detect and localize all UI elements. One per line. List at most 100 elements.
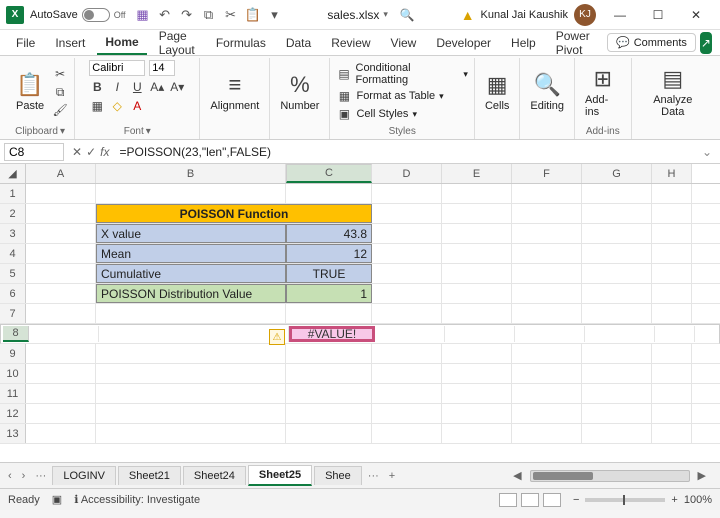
cell-C5[interactable]: TRUE	[286, 264, 372, 283]
comments-button[interactable]: 💬 Comments	[607, 33, 696, 52]
format-as-table-button[interactable]: ▦Format as Table▾	[336, 88, 443, 104]
row-header[interactable]: 7	[0, 304, 26, 323]
cell-B5[interactable]: Cumulative	[96, 264, 286, 283]
sheet-tab-active[interactable]: Sheet25	[248, 465, 312, 486]
sheet-overflow-more[interactable]: ···	[364, 470, 383, 482]
row-header[interactable]: 2	[0, 204, 26, 223]
cell-title[interactable]: POISSON Function	[96, 204, 372, 223]
sheet-nav-more[interactable]: ···	[31, 470, 50, 482]
zoom-in-icon[interactable]: +	[671, 494, 677, 506]
warning-icon[interactable]: ▲	[461, 7, 475, 23]
row-header[interactable]: 11	[0, 384, 26, 403]
tab-insert[interactable]: Insert	[47, 32, 93, 54]
redo-icon[interactable]: ↷	[180, 8, 194, 22]
hscroll-left-icon[interactable]: ◀	[509, 469, 525, 482]
fill-color-icon[interactable]: ◇	[109, 98, 125, 114]
increase-font-icon[interactable]: A▴	[149, 79, 165, 95]
row-header[interactable]: 5	[0, 264, 26, 283]
cell-B6[interactable]: POISSON Distribution Value	[96, 284, 286, 303]
cell-C6[interactable]: 1	[286, 284, 372, 303]
number-format-button[interactable]: % Number	[276, 70, 323, 114]
tab-home[interactable]: Home	[97, 31, 146, 55]
row-header[interactable]: 6	[0, 284, 26, 303]
tab-page-layout[interactable]: Page Layout	[151, 25, 204, 61]
cell-B3[interactable]: X value	[96, 224, 286, 243]
analyze-data-button[interactable]: ▤ Analyze Data	[638, 64, 708, 120]
copy-small-icon[interactable]: ⧉	[52, 84, 68, 100]
copy-icon[interactable]: ⧉	[202, 8, 216, 22]
expand-formula-bar-icon[interactable]: ⌄	[694, 145, 720, 159]
zoom-out-icon[interactable]: −	[573, 494, 579, 506]
cell-styles-button[interactable]: ▣Cell Styles▾	[336, 106, 417, 122]
row-header[interactable]: 1	[0, 184, 26, 203]
font-color-icon[interactable]: A	[129, 98, 145, 114]
cell-B4[interactable]: Mean	[96, 244, 286, 263]
sheet-nav-prev[interactable]: ‹	[4, 470, 16, 482]
share-button[interactable]: ↗	[700, 32, 712, 54]
close-button[interactable]: ✕	[678, 3, 714, 27]
tab-review[interactable]: Review	[323, 32, 378, 54]
paste-small-icon[interactable]: 📋	[246, 8, 260, 22]
normal-view-button[interactable]	[499, 493, 517, 507]
hscroll-right-icon[interactable]: ▶	[694, 469, 710, 482]
row-header[interactable]: 12	[0, 404, 26, 423]
select-all-corner[interactable]: ◢	[0, 164, 26, 183]
cell-C3[interactable]: 43.8	[286, 224, 372, 243]
col-header-G[interactable]: G	[582, 164, 652, 183]
cell-C8-active[interactable]: ⚠ #VALUE!	[289, 326, 375, 342]
sheet-tab[interactable]: Sheet24	[183, 466, 246, 485]
zoom-control[interactable]: − + 100%	[573, 494, 712, 506]
cancel-formula-icon[interactable]: ✕	[72, 145, 82, 159]
col-header-A[interactable]: A	[26, 164, 96, 183]
underline-button[interactable]: U	[129, 79, 145, 95]
fx-icon[interactable]: fx	[100, 145, 109, 159]
enter-formula-icon[interactable]: ✓	[86, 145, 96, 159]
zoom-slider[interactable]	[585, 498, 665, 502]
tab-help[interactable]: Help	[503, 32, 544, 54]
col-header-E[interactable]: E	[442, 164, 512, 183]
col-header-F[interactable]: F	[512, 164, 582, 183]
col-header-C[interactable]: C	[286, 164, 372, 183]
user-avatar[interactable]: KJ	[574, 4, 596, 26]
font-name-select[interactable]	[89, 60, 145, 76]
tab-developer[interactable]: Developer	[428, 32, 499, 54]
new-sheet-button[interactable]: +	[385, 470, 399, 482]
qat-more-icon[interactable]: ▾	[268, 8, 282, 22]
tab-file[interactable]: File	[8, 32, 43, 54]
sheet-tab[interactable]: LOGINV	[52, 466, 116, 485]
horizontal-scrollbar[interactable]	[530, 470, 690, 482]
row-header[interactable]: 13	[0, 424, 26, 443]
row-header[interactable]: 8	[3, 326, 29, 342]
col-header-H[interactable]: H	[652, 164, 692, 183]
autosave-toggle[interactable]: AutoSave Off	[30, 8, 126, 22]
decrease-font-icon[interactable]: A▾	[169, 79, 185, 95]
row-header[interactable]: 9	[0, 344, 26, 363]
accessibility-status[interactable]: ℹ Accessibility: Investigate	[74, 493, 200, 506]
minimize-button[interactable]: —	[602, 3, 638, 27]
sheet-tab[interactable]: Shee	[314, 466, 362, 485]
cut-icon[interactable]: ✂	[224, 8, 238, 22]
page-break-view-button[interactable]	[543, 493, 561, 507]
search-icon[interactable]: 🔍	[400, 8, 415, 22]
page-layout-view-button[interactable]	[521, 493, 539, 507]
formula-input[interactable]: =POISSON(23,"len",FALSE)	[113, 143, 693, 161]
paste-button[interactable]: 📋 Paste	[12, 70, 48, 114]
maximize-button[interactable]: ☐	[640, 3, 676, 27]
filename[interactable]: sales.xlsx ▾	[327, 8, 388, 22]
zoom-level[interactable]: 100%	[684, 494, 712, 506]
font-size-select[interactable]	[149, 60, 175, 76]
tab-view[interactable]: View	[383, 32, 425, 54]
cut-small-icon[interactable]: ✂	[52, 66, 68, 82]
cell-C4[interactable]: 12	[286, 244, 372, 263]
addins-button[interactable]: ⊞ Add-ins	[581, 64, 624, 120]
alignment-button[interactable]: ≡ Alignment	[206, 70, 263, 114]
editing-button[interactable]: 🔍 Editing	[526, 70, 568, 114]
dialog-launcher-icon[interactable]: ▾	[60, 126, 65, 137]
cells-button[interactable]: ▦ Cells	[481, 70, 513, 114]
sheet-nav-next[interactable]: ›	[18, 470, 30, 482]
conditional-formatting-button[interactable]: ▤Conditional Formatting▾	[336, 62, 467, 86]
row-header[interactable]: 10	[0, 364, 26, 383]
row-header[interactable]: 4	[0, 244, 26, 263]
row-header[interactable]: 3	[0, 224, 26, 243]
undo-icon[interactable]: ↶	[158, 8, 172, 22]
